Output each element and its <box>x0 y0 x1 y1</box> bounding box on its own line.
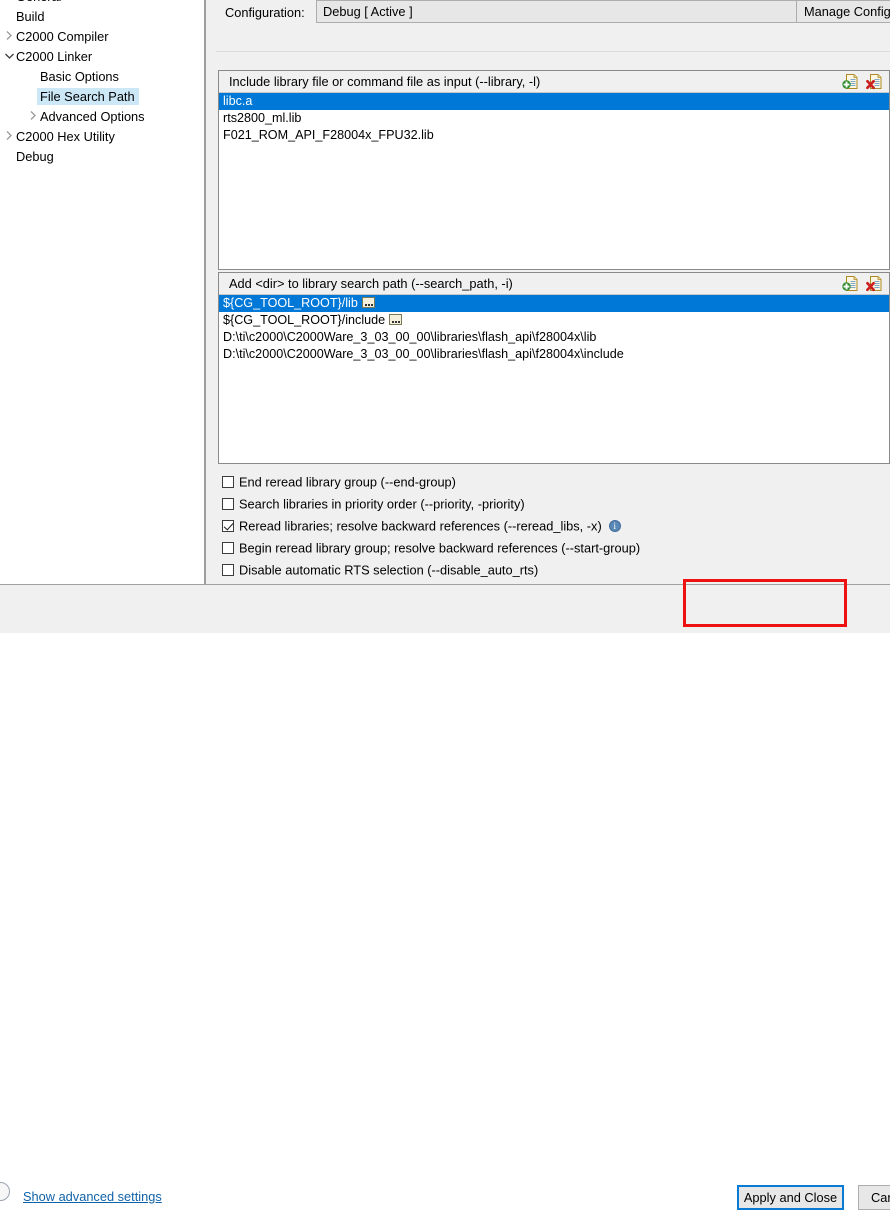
delete-file-icon[interactable] <box>866 73 883 93</box>
include-library-header: Include library file or command file as … <box>219 71 889 93</box>
chevron-right-icon[interactable] <box>2 27 16 47</box>
sidebar-item-label: Debug <box>16 149 54 164</box>
sidebar-item-label: Advanced Options <box>40 109 145 124</box>
library-search-path-items[interactable]: ${CG_TOOL_ROOT}/lib ${CG_TOOL_ROOT}/inclu… <box>219 295 889 363</box>
add-file-icon[interactable] <box>842 275 859 295</box>
option-checkbox-label: Disable automatic RTS selection (--disab… <box>239 562 539 578</box>
sidebar-item-label: C2000 Compiler <box>16 29 109 44</box>
sidebar-item-label: Build <box>16 9 45 24</box>
sidebar-item-debug[interactable]: Debug <box>0 147 204 167</box>
library-search-path-item[interactable]: D:\ti\c2000\C2000Ware_3_03_00_00\librari… <box>219 329 889 346</box>
library-search-path-item-label: ${CG_TOOL_ROOT}/include <box>223 313 386 327</box>
include-library-item[interactable]: rts2800_ml.lib <box>219 110 889 127</box>
sidebar-item-label: C2000 Hex Utility <box>16 129 115 144</box>
add-file-icon[interactable] <box>842 73 859 93</box>
library-search-path-item-label: ${CG_TOOL_ROOT}/lib <box>223 296 358 310</box>
checkbox[interactable] <box>222 541 234 554</box>
chevron-right-icon[interactable] <box>2 127 16 147</box>
include-library-item-label: F021_ROM_API_F28004x_FPU32.lib <box>223 128 434 142</box>
dialog-button-bar: Show advanced settings Apply and Close C… <box>0 585 890 1210</box>
library-search-path-item[interactable]: ${CG_TOOL_ROOT}/include <box>219 312 889 329</box>
option-checkbox-row[interactable]: Search libraries in priority order (--pr… <box>222 494 525 514</box>
configuration-combo-value: Debug [ Active ] <box>323 4 413 19</box>
apply-and-close-button[interactable]: Apply and Close <box>737 1185 844 1210</box>
include-library-items[interactable]: libc.a rts2800_ml.lib F021_ROM_API_F28004x… <box>219 93 889 144</box>
option-checkbox-row[interactable]: End reread library group (--end-group) <box>222 472 456 492</box>
sidebar-item-basic-options[interactable]: Basic Options <box>0 67 204 87</box>
sidebar-item-advanced-options[interactable]: Advanced Options <box>0 107 204 127</box>
info-icon[interactable]: i <box>608 519 621 532</box>
include-library-item[interactable]: F021_ROM_API_F28004x_FPU32.lib <box>219 127 889 144</box>
sidebar-item-label: File Search Path <box>37 88 139 105</box>
configuration-row: Configuration: Debug [ Active ] Manage C… <box>216 0 890 28</box>
properties-dialog: General Build C2000 Compiler C2000 Linker Ba… <box>0 0 890 1210</box>
option-checkbox-row[interactable]: Disable automatic RTS selection (--disab… <box>222 560 538 580</box>
include-library-item[interactable]: libc.a <box>219 93 889 110</box>
option-checkbox-label: Search libraries in priority order (--pr… <box>239 496 525 512</box>
library-search-path-listbox[interactable]: Add <dir> to library search path (--sear… <box>218 272 890 464</box>
include-library-item-label: rts2800_ml.lib <box>223 111 302 125</box>
sidebar-item-c2000-compiler[interactable]: C2000 Compiler <box>0 27 204 47</box>
option-checkbox-label: End reread library group (--end-group) <box>239 474 456 490</box>
library-search-path-item[interactable]: ${CG_TOOL_ROOT}/lib <box>219 295 889 312</box>
library-search-path-item-label: D:\ti\c2000\C2000Ware_3_03_00_00\librari… <box>223 330 597 344</box>
checkbox[interactable] <box>222 519 234 532</box>
chevron-down-icon[interactable] <box>2 47 16 67</box>
manage-configurations-button[interactable]: Manage Configurations... <box>796 0 890 23</box>
delete-file-icon[interactable] <box>866 275 883 295</box>
library-search-path-toolbar <box>842 275 883 295</box>
library-search-path-item[interactable]: D:\ti\c2000\C2000Ware_3_03_00_00\librari… <box>219 346 889 363</box>
file-search-path-page: Configuration: Debug [ Active ] Manage C… <box>216 0 890 584</box>
option-checkbox-row[interactable]: Reread libraries; resolve backward refer… <box>222 516 621 536</box>
cancel-button[interactable]: Cancel <box>858 1185 890 1210</box>
option-checkbox-label: Reread libraries; resolve backward refer… <box>239 518 602 534</box>
settings-tree[interactable]: General Build C2000 Compiler C2000 Linker Ba… <box>0 0 204 584</box>
include-library-listbox[interactable]: Include library file or command file as … <box>218 70 890 270</box>
show-advanced-settings-link[interactable]: Show advanced settings <box>23 1189 162 1204</box>
variable-browse-icon[interactable] <box>389 314 403 326</box>
include-library-item-label: libc.a <box>223 94 253 108</box>
checkbox[interactable] <box>222 497 234 510</box>
sidebar-item-label: C2000 Linker <box>16 49 93 64</box>
sidebar-item-label: Basic Options <box>40 69 119 84</box>
include-library-title: Include library file or command file as … <box>229 74 541 89</box>
variable-browse-icon[interactable] <box>361 297 375 309</box>
configuration-label: Configuration: <box>225 5 305 20</box>
library-search-path-header: Add <dir> to library search path (--sear… <box>219 273 889 295</box>
chevron-right-icon[interactable] <box>26 107 40 127</box>
include-library-toolbar <box>842 73 883 93</box>
option-checkbox-row[interactable]: Begin reread library group; resolve back… <box>222 538 640 558</box>
sidebar-item-label: General <box>16 0 62 4</box>
library-search-path-item-label: D:\ti\c2000\C2000Ware_3_03_00_00\librari… <box>223 347 624 361</box>
sidebar-item-c2000-hex-utility[interactable]: C2000 Hex Utility <box>0 127 204 147</box>
help-circle-icon[interactable] <box>0 1182 10 1201</box>
checkbox[interactable] <box>222 475 234 488</box>
library-search-path-title: Add <dir> to library search path (--sear… <box>229 276 513 291</box>
option-checkbox-label: Begin reread library group; resolve back… <box>239 540 641 556</box>
sidebar-item-general[interactable]: General <box>0 0 204 7</box>
sidebar-item-file-search-path[interactable]: File Search Path <box>0 87 204 107</box>
configuration-separator <box>216 51 890 52</box>
sidebar-item-c2000-linker[interactable]: C2000 Linker <box>0 47 204 67</box>
sidebar-item-build[interactable]: Build <box>0 7 204 27</box>
checkbox[interactable] <box>222 563 234 576</box>
sash-filler <box>206 0 216 584</box>
